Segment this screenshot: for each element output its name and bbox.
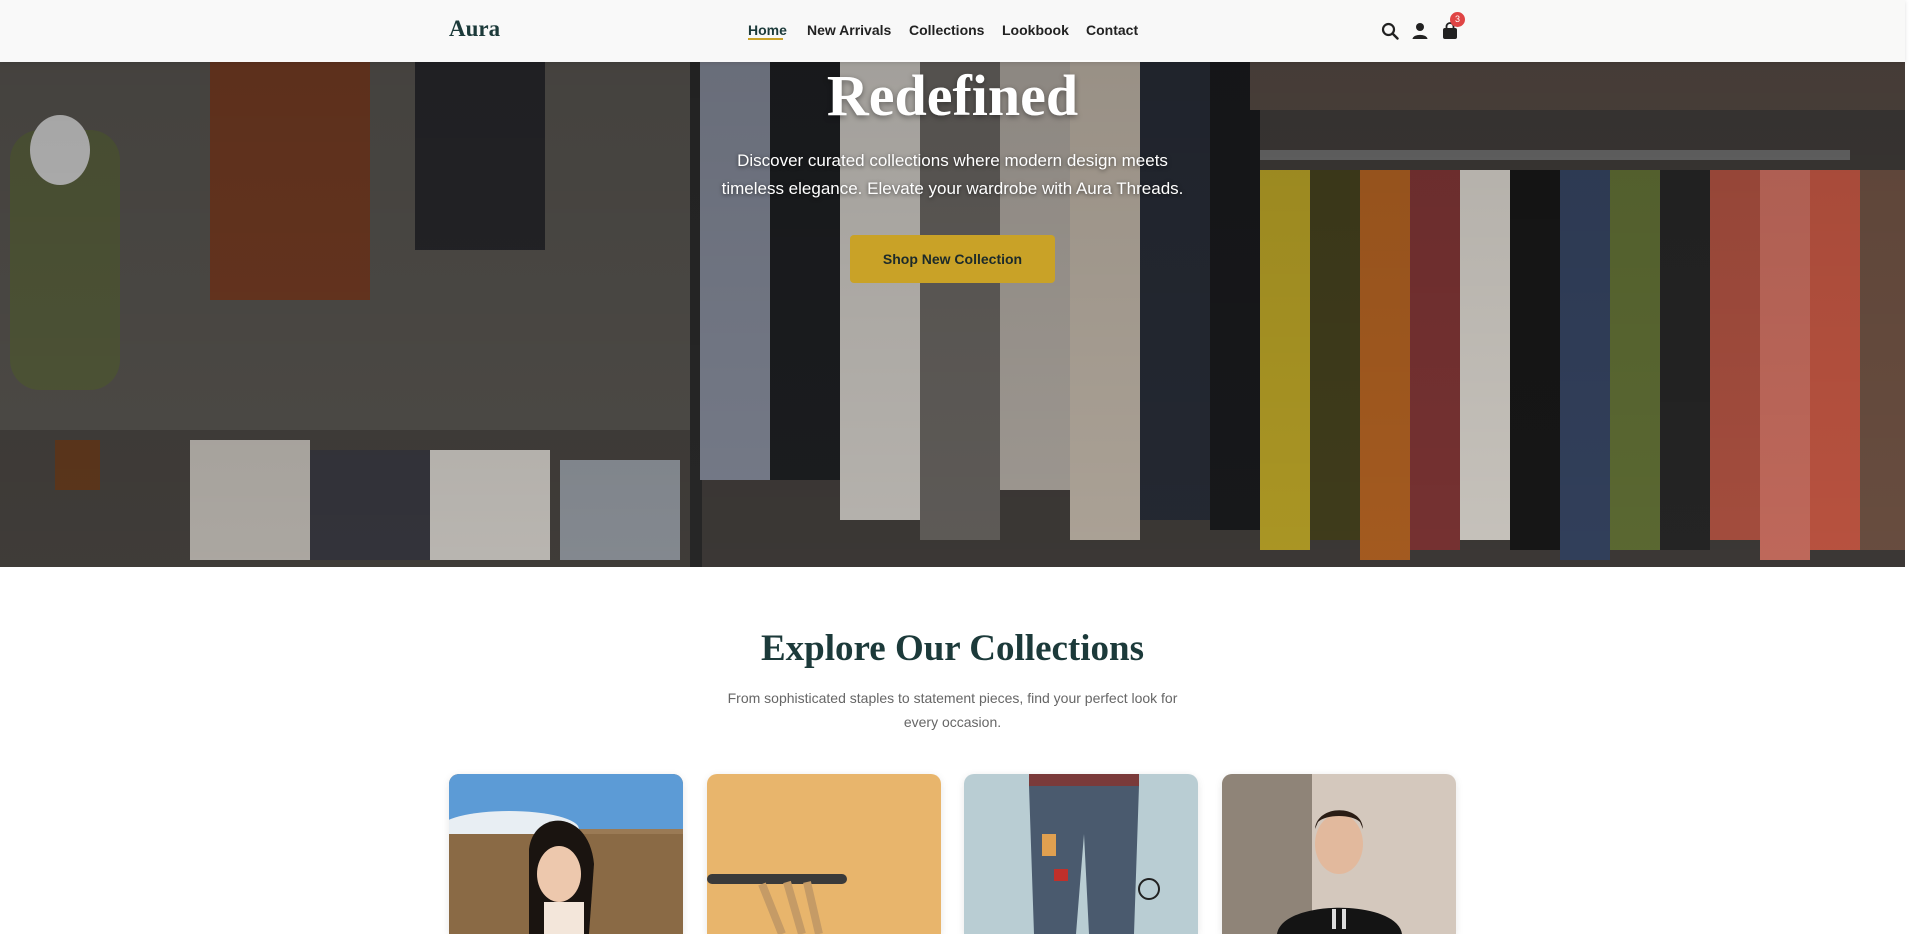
cart-count-badge: 3: [1450, 12, 1465, 27]
hero-description: Discover curated collections where moder…: [721, 151, 1184, 198]
collection-card-image: [964, 774, 1198, 934]
nav-item-contact[interactable]: Contact: [1086, 22, 1138, 38]
hero-title: Redefined: [826, 63, 1079, 128]
nav-item-new-arrivals[interactable]: New Arrivals: [807, 22, 891, 38]
hero-section: Redefined Discover curated collections w…: [0, 0, 1905, 567]
nav-item-lookbook[interactable]: Lookbook: [1002, 22, 1069, 38]
collection-card-image: [449, 774, 683, 934]
site-header: Aura Home New Arrivals Collections Lookb…: [0, 0, 1905, 62]
collections-title: Explore Our Collections: [760, 628, 1145, 669]
search-icon[interactable]: [1381, 22, 1399, 40]
collection-card-image: [707, 774, 941, 934]
collection-card-image: [1222, 774, 1456, 934]
active-nav-underline: [748, 38, 783, 40]
collection-card-essentials[interactable]: [707, 774, 941, 934]
collections-subtitle: From sophisticated staples to statement …: [727, 690, 1178, 730]
collection-card-denim[interactable]: [964, 774, 1198, 934]
main-nav: Home New Arrivals Collections Lookbook C…: [0, 0, 1905, 62]
user-icon[interactable]: [1411, 22, 1429, 40]
shop-new-collection-button[interactable]: Shop New Collection: [850, 235, 1055, 283]
nav-item-collections[interactable]: Collections: [909, 22, 984, 38]
nav-item-home[interactable]: Home: [748, 22, 787, 38]
collection-card-women[interactable]: [449, 774, 683, 934]
collection-card-men[interactable]: [1222, 774, 1456, 934]
